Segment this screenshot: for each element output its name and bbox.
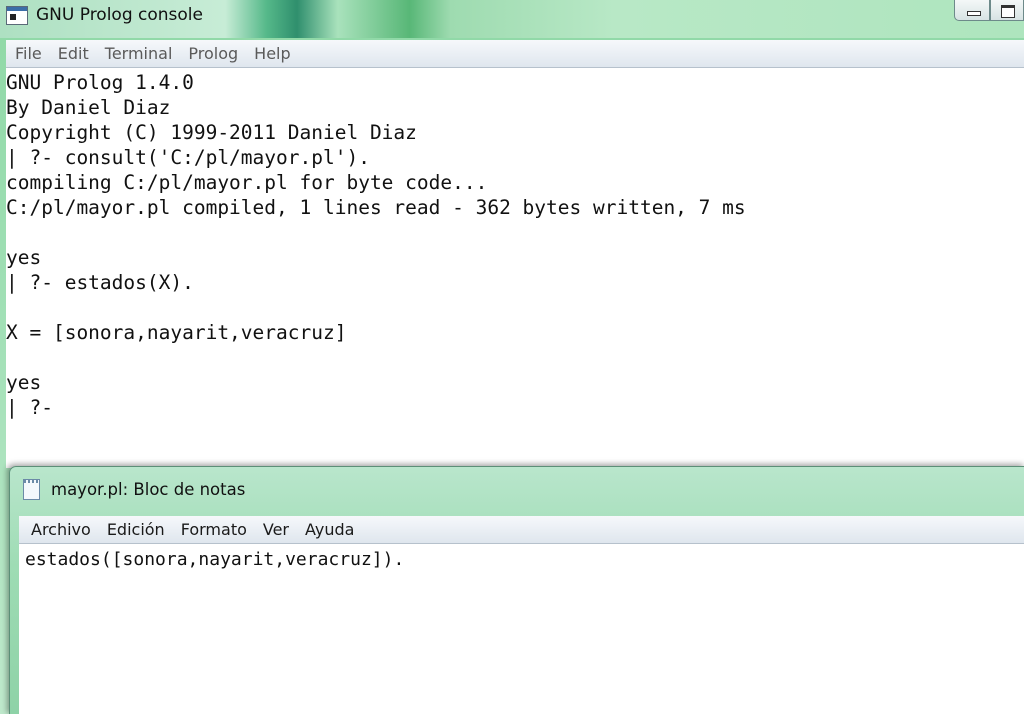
menu-ver[interactable]: Ver	[255, 516, 297, 543]
maximize-button[interactable]	[990, 0, 1024, 21]
maximize-icon	[1001, 5, 1015, 18]
minimize-icon	[967, 11, 981, 16]
menu-terminal[interactable]: Terminal	[97, 40, 181, 67]
menu-edicion[interactable]: Edición	[99, 516, 173, 543]
console-line: ​	[6, 220, 746, 245]
notepad-window: mayor.pl: Bloc de notas Archivo Edición Fo…	[9, 466, 1024, 714]
menu-formato[interactable]: Formato	[173, 516, 255, 543]
console-app-icon	[6, 6, 28, 25]
menu-prolog[interactable]: Prolog	[180, 40, 246, 67]
console-line: By Daniel Diaz	[6, 96, 171, 119]
notepad-content: estados([sonora,nayarit,veracruz]).	[25, 549, 405, 570]
console-line: yes	[6, 246, 42, 269]
console-output-text: GNU Prolog 1.4.0 By Daniel Diaz Copyright …	[6, 70, 746, 420]
console-line: GNU Prolog 1.4.0	[6, 71, 194, 94]
console-line: C:/pl/mayor.pl compiled, 1 lines read - …	[6, 196, 746, 219]
console-output-area[interactable]: GNU Prolog 1.4.0 By Daniel Diaz Copyright …	[6, 68, 1024, 468]
menu-ayuda[interactable]: Ayuda	[297, 516, 362, 543]
console-line: X = [sonora,nayarit,veracruz]	[6, 321, 347, 344]
console-line: ​	[6, 295, 746, 320]
notepad-menu-bar: Archivo Edición Formato Ver Ayuda	[19, 516, 1024, 544]
console-line: compiling C:/pl/mayor.pl for byte code..…	[6, 171, 488, 194]
menu-edit[interactable]: Edit	[50, 40, 97, 67]
console-line: ​	[6, 345, 746, 370]
console-menu-bar: File Edit Terminal Prolog Help	[6, 40, 1024, 68]
console-window-title: GNU Prolog console	[36, 5, 203, 25]
console-title-bar[interactable]: GNU Prolog console	[0, 0, 1024, 38]
minimize-button[interactable]	[954, 0, 990, 21]
console-line: Copyright (C) 1999-2011 Daniel Diaz	[6, 121, 417, 144]
menu-help[interactable]: Help	[246, 40, 298, 67]
notepad-icon	[23, 479, 40, 500]
console-line: | ?- consult('C:/pl/mayor.pl').	[6, 146, 370, 169]
console-prompt[interactable]: | ?-	[6, 395, 746, 420]
menu-archivo[interactable]: Archivo	[19, 516, 99, 543]
console-line: yes	[6, 371, 42, 394]
console-line: | ?- estados(X).	[6, 271, 194, 294]
notepad-text-area[interactable]: estados([sonora,nayarit,veracruz]).	[19, 544, 1024, 714]
menu-file[interactable]: File	[6, 40, 50, 67]
notepad-window-title: mayor.pl: Bloc de notas	[51, 480, 246, 499]
